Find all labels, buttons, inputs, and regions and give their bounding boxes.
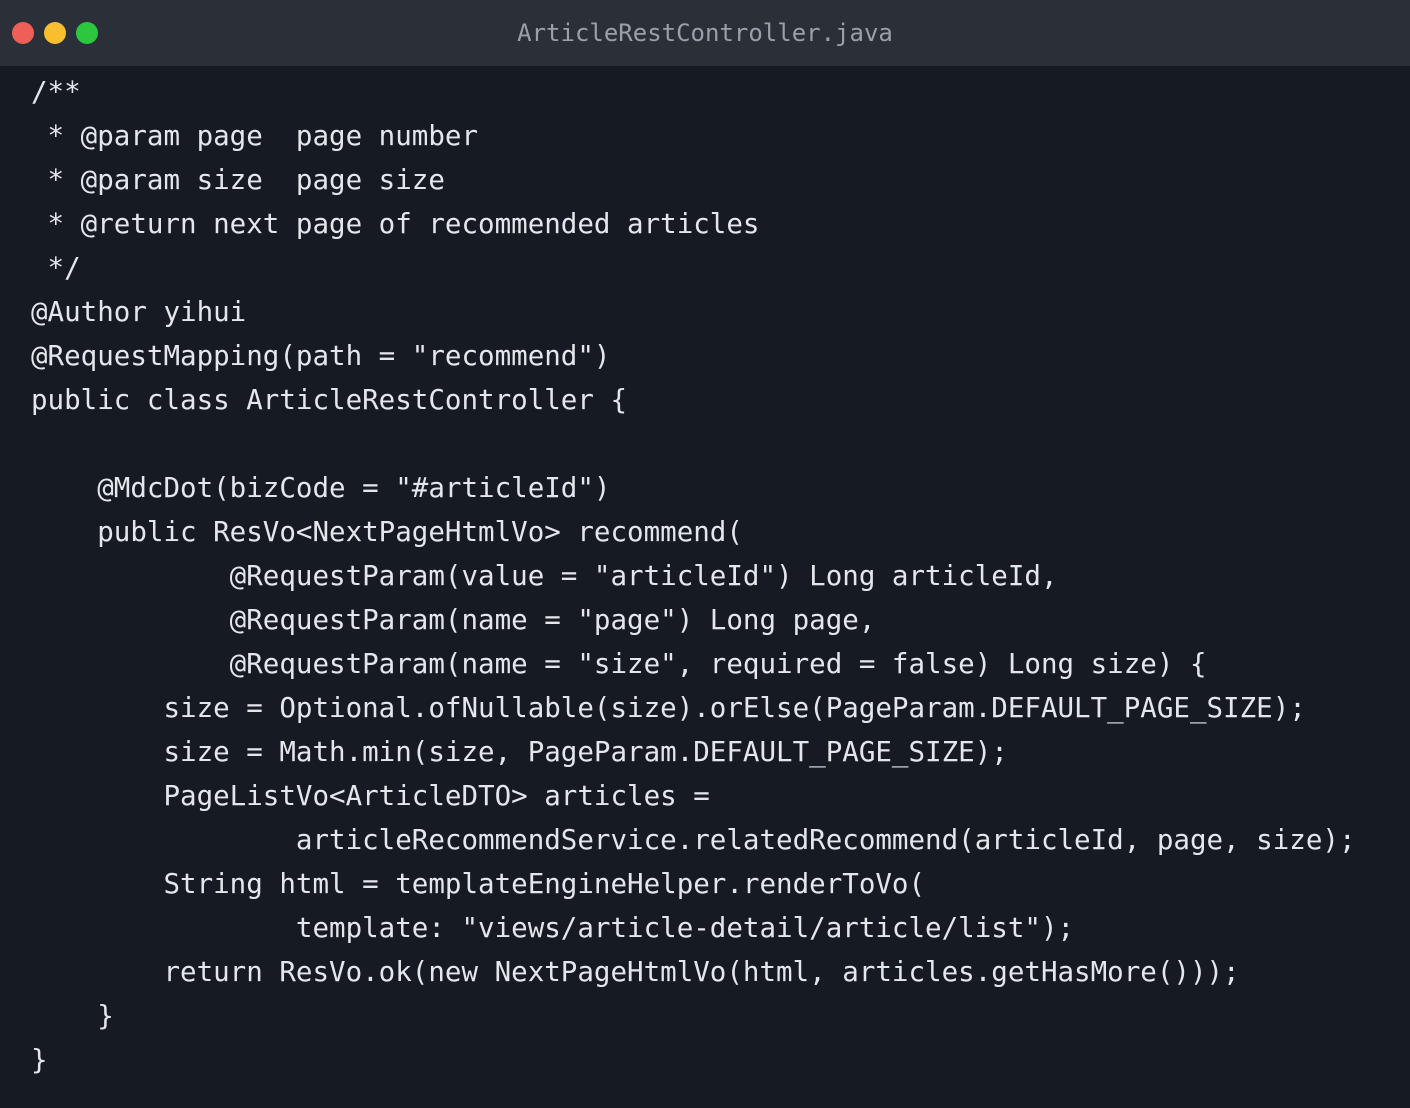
code-line: @RequestParam(name = "size", required = … (31, 648, 1207, 680)
code-line: PageListVo<ArticleDTO> articles = (31, 780, 710, 812)
code-line: */ (31, 252, 81, 284)
code-line: size = Optional.ofNullable(size).orElse(… (31, 692, 1306, 724)
code-line: } (31, 1044, 48, 1076)
code-line: * @return next page of recommended artic… (31, 208, 760, 240)
code-line: @MdcDot(bizCode = "#articleId") (31, 472, 611, 504)
code-line: public ResVo<NextPageHtmlVo> recommend( (31, 516, 743, 548)
code-line: template: "views/article-detail/article/… (31, 912, 1075, 944)
code-line: @RequestParam(value = "articleId") Long … (31, 560, 1058, 592)
code-line: @RequestParam(name = "page") Long page, (31, 604, 876, 636)
code-line: /** (31, 76, 81, 108)
code-block[interactable]: /** * @param page page number * @param s… (31, 70, 1410, 1082)
code-line: articleRecommendService.relatedRecommend… (31, 824, 1356, 856)
code-line: @Author yihui (31, 296, 247, 328)
code-window: ArticleRestController.java /** * @param … (0, 0, 1410, 1108)
code-line: } (31, 1000, 114, 1032)
code-line: * @param size page size (31, 164, 445, 196)
code-line: String html = templateEngineHelper.rende… (31, 868, 926, 900)
code-line: public class ArticleRestController { (31, 384, 628, 416)
code-line: size = Math.min(size, PageParam.DEFAULT_… (31, 736, 1008, 768)
title-bar: ArticleRestController.java (0, 0, 1410, 66)
code-line: return ResVo.ok(new NextPageHtmlVo(html,… (31, 956, 1240, 988)
window-title: ArticleRestController.java (517, 19, 893, 47)
code-line: @RequestMapping(path = "recommend") (31, 340, 611, 372)
code-line: * @param page page number (31, 120, 479, 152)
